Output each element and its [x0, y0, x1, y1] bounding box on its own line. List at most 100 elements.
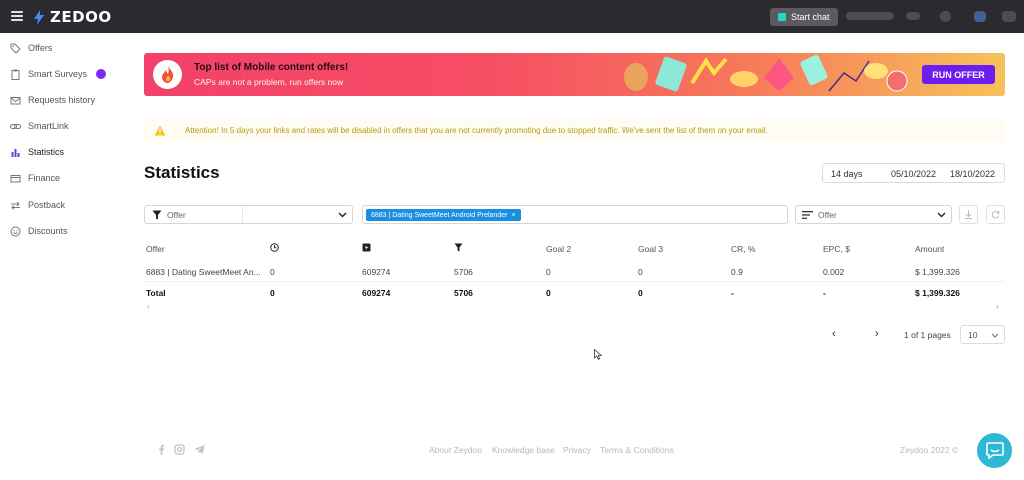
footer-link-privacy[interactable]: Privacy — [563, 445, 591, 455]
total-goal3: 0 — [638, 288, 643, 298]
profile-blurred[interactable] — [1002, 11, 1016, 22]
footer-link-knowledge-base[interactable]: Knowledge base — [492, 445, 555, 455]
facebook-icon[interactable] — [156, 444, 167, 455]
banner-illustration — [624, 54, 908, 92]
col-header-clock[interactable] — [270, 243, 279, 254]
col-header-clicks[interactable] — [362, 243, 371, 254]
clock-icon — [270, 243, 279, 252]
selected-offer-tag[interactable]: 6883 | Dating SweetMeet Android Prelande… — [366, 209, 521, 221]
refresh-button[interactable] — [986, 205, 1005, 224]
instagram-icon[interactable] — [174, 444, 185, 455]
sidebar-item-label: Discounts — [28, 226, 68, 236]
clipboard-icon — [10, 69, 21, 80]
sidebar: Offers Smart Surveys Requests history Sm… — [0, 33, 128, 480]
page-size-select[interactable]: 10 — [960, 325, 1005, 344]
sidebar-item-label: Statistics — [28, 147, 65, 157]
date-from[interactable]: 05/10/2022 — [891, 169, 936, 179]
mouse-cursor — [594, 349, 602, 360]
col-header-amount[interactable]: Amount — [915, 244, 944, 254]
bar-chart-icon — [10, 147, 21, 158]
menu-icon[interactable] — [11, 11, 23, 21]
chat-icon — [778, 13, 786, 21]
telegram-icon[interactable] — [194, 444, 205, 455]
sidebar-item-smart-surveys[interactable]: Smart Surveys — [10, 66, 107, 82]
cell-clock: 0 — [270, 267, 275, 277]
start-chat-button[interactable]: Start chat — [770, 8, 838, 26]
col-header-epc[interactable]: EPC, $ — [823, 244, 850, 254]
chat-bubble-icon — [985, 442, 1004, 459]
sidebar-item-discounts[interactable]: Discounts — [10, 223, 68, 239]
sidebar-item-statistics[interactable]: Statistics — [10, 144, 64, 160]
cell-conversions: 5706 — [454, 267, 473, 277]
cell-epc: 0.002 — [823, 267, 845, 277]
row-divider — [144, 281, 1005, 282]
promo-banner[interactable]: Top list of Mobile content offers! CAPs … — [144, 53, 1005, 96]
prev-page-button[interactable]: ‹ — [832, 328, 836, 340]
footer-link-about[interactable]: About Zeydoo — [429, 445, 482, 455]
col-header-cr[interactable]: CR, % — [731, 244, 756, 254]
pagination-text: 1 of 1 pages — [904, 330, 951, 340]
tag-remove-icon[interactable]: × — [511, 212, 515, 219]
cell-offer[interactable]: 6883 | Dating SweetMeet An... — [146, 267, 261, 277]
refresh-icon — [991, 210, 1000, 219]
chevron-down-icon — [338, 212, 347, 218]
filter-type-label: Offer — [167, 210, 186, 220]
chevron-down-icon — [991, 333, 999, 338]
alert-text: Attention! In 5 days your links and rate… — [185, 126, 768, 135]
total-amount: $ 1,399.326 — [915, 288, 960, 298]
col-header-goal2[interactable]: Goal 2 — [546, 244, 571, 254]
notification-blurred[interactable] — [974, 11, 986, 22]
support-chat-button[interactable] — [977, 433, 1012, 468]
footer-link-terms[interactable]: Terms & Conditions — [600, 445, 674, 455]
date-range-picker[interactable]: 14 days 05/10/2022 18/10/2022 — [822, 163, 1005, 183]
card-icon — [10, 173, 21, 184]
cell-amount: $ 1,399.326 — [915, 267, 960, 277]
sidebar-item-smartlink[interactable]: SmartLink — [10, 118, 69, 134]
total-label: Total — [146, 288, 166, 298]
sidebar-item-postback[interactable]: Postback — [10, 197, 65, 213]
footer-copyright: Zeydoo 2022 © — [900, 445, 959, 455]
tag-icon — [10, 43, 21, 54]
divider — [242, 206, 243, 223]
sidebar-item-requests-history[interactable]: Requests history — [10, 92, 95, 108]
filter-type-select[interactable]: Offer — [144, 205, 353, 224]
scroll-left-icon[interactable]: ‹ — [147, 302, 150, 311]
filter-icon — [152, 210, 162, 220]
funnel-icon — [454, 243, 463, 252]
avatar-blurred[interactable] — [940, 11, 951, 22]
attention-alert: Attention! In 5 days your links and rate… — [144, 118, 1005, 142]
group-by-select[interactable]: Offer — [795, 205, 952, 224]
run-offer-button[interactable]: RUN OFFER — [922, 65, 995, 84]
sidebar-item-label: Finance — [28, 173, 61, 183]
sidebar-item-offers[interactable]: Offers — [10, 40, 52, 56]
smile-icon — [10, 226, 21, 237]
next-page-button[interactable]: › — [875, 328, 879, 340]
total-epc: - — [823, 288, 826, 298]
link-icon — [10, 121, 21, 132]
offer-tags-input[interactable]: 6883 | Dating SweetMeet Android Prelande… — [362, 205, 788, 224]
total-cr: - — [731, 288, 734, 298]
banner-subtitle: CAPs are not a problem, run offers now — [194, 77, 344, 87]
col-header-conversions[interactable] — [454, 243, 463, 254]
col-header-goal3[interactable]: Goal 3 — [638, 244, 663, 254]
cell-goal3: 0 — [638, 267, 643, 277]
page-size-value: 10 — [968, 330, 978, 340]
logo[interactable]: ZEDOO — [34, 8, 112, 26]
download-icon — [965, 210, 972, 219]
chevron-down-icon — [937, 212, 946, 218]
lightning-icon — [34, 9, 44, 25]
banner-title: Top list of Mobile content offers! — [194, 62, 349, 73]
scroll-right-icon[interactable]: › — [996, 302, 999, 311]
logo-text: ZEDOO — [50, 8, 112, 26]
sidebar-item-finance[interactable]: Finance — [10, 170, 60, 186]
download-button[interactable] — [959, 205, 978, 224]
sort-icon — [802, 211, 813, 219]
date-preset[interactable]: 14 days — [831, 169, 863, 179]
tag-label: 6883 | Dating SweetMeet Android Prelande… — [371, 211, 508, 219]
date-to[interactable]: 18/10/2022 — [950, 169, 995, 179]
group-by-label: Offer — [818, 210, 837, 220]
cell-goal2: 0 — [546, 267, 551, 277]
clicks-icon — [362, 243, 371, 252]
col-header-offer[interactable]: Offer — [146, 244, 165, 254]
cell-cr: 0.9 — [731, 267, 743, 277]
